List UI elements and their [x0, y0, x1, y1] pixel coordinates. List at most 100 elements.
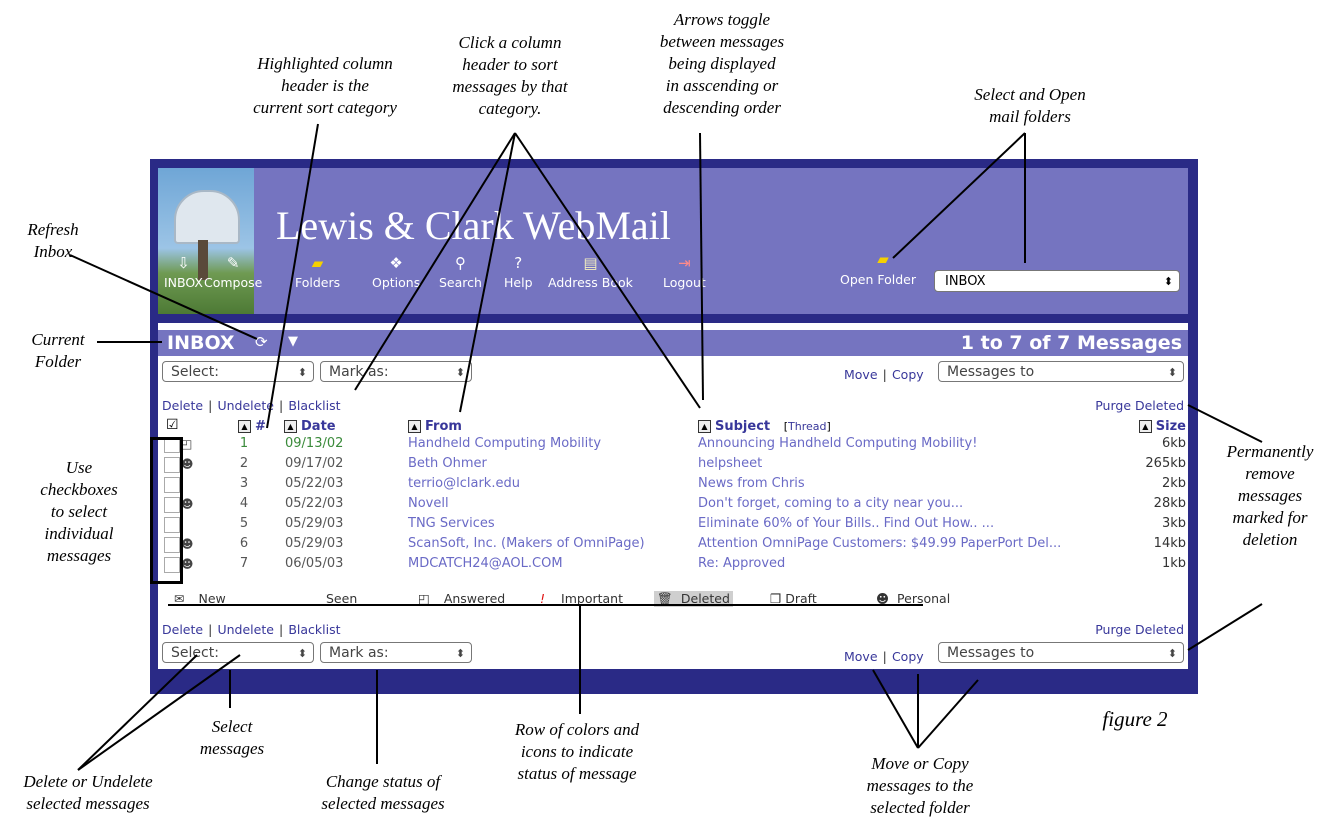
- legend-label: Seen: [326, 591, 358, 606]
- table-row[interactable]: 5 05/29/03 TNG Services Eliminate 60% of…: [158, 516, 1188, 536]
- row-subject[interactable]: helpsheet: [698, 456, 762, 471]
- move-copy-links-top: Move | Copy: [844, 364, 924, 383]
- sort-arrow-icon[interactable]: ▲: [284, 420, 297, 433]
- sort-arrow-icon[interactable]: ▲: [1138, 420, 1152, 433]
- open-folder-label: Open Folder: [840, 272, 916, 287]
- select-dropdown-top[interactable]: Select: ⬍: [162, 361, 314, 382]
- toolbar-label: Options: [372, 275, 421, 290]
- row-subject[interactable]: Eliminate 60% of Your Bills.. Find Out H…: [698, 516, 994, 531]
- toolbar-search[interactable]: ⚲ Search: [439, 254, 482, 290]
- row-num: 1: [239, 436, 249, 451]
- undelete-link[interactable]: Undelete: [217, 398, 273, 413]
- separator: |: [208, 398, 213, 413]
- row-from[interactable]: ScanSoft, Inc. (Makers of OmniPage): [408, 536, 645, 551]
- filter-icon[interactable]: ▼: [288, 334, 298, 349]
- table-row[interactable]: 3 05/22/03 terrio@lclark.edu News from C…: [158, 476, 1188, 496]
- open-folder-button[interactable]: ▰ Open Folder: [840, 250, 916, 287]
- compose-icon: ✎: [226, 254, 240, 272]
- sort-arrow-icon[interactable]: ▲: [698, 420, 711, 433]
- select-dropdown-label: Select:: [171, 364, 219, 380]
- messages-to-label: Messages to: [947, 364, 1035, 380]
- blacklist-link[interactable]: Blacklist: [288, 398, 340, 413]
- important-icon: !: [540, 591, 546, 606]
- row-from[interactable]: terrio@lclark.edu: [408, 476, 520, 491]
- table-row[interactable]: ☻ 6 05/29/03 ScanSoft, Inc. (Makers of O…: [158, 536, 1188, 556]
- separator: |: [882, 367, 887, 382]
- row-date: 09/13/02: [285, 436, 344, 451]
- blacklist-link[interactable]: Blacklist: [288, 622, 340, 637]
- envelope-icon: ✉: [174, 591, 185, 606]
- delete-link[interactable]: Delete: [162, 398, 203, 413]
- undelete-link[interactable]: Undelete: [217, 622, 273, 637]
- callout-refresh-inbox: Refresh Inbox: [27, 220, 79, 261]
- refresh-icon[interactable]: ⟳: [255, 333, 268, 351]
- row-from[interactable]: TNG Services: [408, 516, 495, 531]
- copy-link[interactable]: Copy: [892, 649, 924, 664]
- table-row[interactable]: ☻ 4 05/22/03 Novell Don't forget, coming…: [158, 496, 1188, 516]
- toolbar-inbox[interactable]: ⇩ INBOX: [164, 254, 203, 290]
- leader-line: [1187, 404, 1263, 443]
- logout-icon: ⇥: [678, 254, 691, 272]
- row-from[interactable]: MDCATCH24@AOL.COM: [408, 556, 563, 571]
- row-subject[interactable]: News from Chris: [698, 476, 805, 491]
- personal-icon: ☻: [876, 591, 890, 606]
- mark-as-dropdown-top[interactable]: Mark as: ⬍: [320, 361, 472, 382]
- column-num[interactable]: ▲ #: [238, 419, 266, 434]
- column-from[interactable]: ▲ From: [408, 419, 462, 434]
- row-subject[interactable]: Re: Approved: [698, 556, 785, 571]
- toolbar-logout[interactable]: ⇥ Logout: [663, 254, 706, 290]
- toolbar-label: Help: [504, 275, 533, 290]
- callout-select-messages: Select messages: [199, 717, 265, 758]
- toolbar-options[interactable]: ❖ Options: [372, 254, 420, 290]
- toolbar-label: Compose: [204, 275, 263, 290]
- purge-deleted-link[interactable]: Purge Deleted: [1095, 622, 1184, 637]
- callout-change-status: Change status of selected messages: [321, 772, 445, 813]
- mailbox-shape: [174, 190, 240, 244]
- toolbar-label: INBOX: [164, 275, 203, 290]
- select-all-checkbox[interactable]: ☑: [166, 417, 179, 433]
- column-date[interactable]: ▲ Date: [284, 419, 336, 434]
- folder-select[interactable]: INBOX ⬍: [934, 270, 1180, 292]
- toolbar-help[interactable]: ? Help: [504, 254, 533, 290]
- purge-deleted-top: Purge Deleted: [1095, 395, 1184, 414]
- row-size: 2kb: [1161, 476, 1186, 491]
- purge-deleted-bottom: Purge Deleted: [1095, 619, 1184, 638]
- thread-link[interactable]: Thread: [788, 420, 826, 433]
- legend-label: Personal: [897, 591, 951, 606]
- column-subject[interactable]: ▲ Subject [Thread]: [698, 419, 831, 434]
- trash-icon: 🗑: [657, 591, 673, 606]
- row-subject[interactable]: Announcing Handheld Computing Mobility!: [698, 436, 977, 451]
- row-num: 4: [239, 496, 249, 511]
- mark-as-dropdown-bottom[interactable]: Mark as: ⬍: [320, 642, 472, 663]
- messages-to-dropdown-bottom[interactable]: Messages to ⬍: [938, 642, 1184, 663]
- purge-deleted-link[interactable]: Purge Deleted: [1095, 398, 1184, 413]
- select-arrows-icon: ⬍: [455, 366, 465, 379]
- sort-arrow-icon[interactable]: ▲: [408, 420, 421, 433]
- row-from[interactable]: Novell: [408, 496, 449, 511]
- toolbar-address-book[interactable]: ▤ Address Book: [548, 254, 633, 290]
- table-row[interactable]: ☻ 7 06/05/03 MDCATCH24@AOL.COM Re: Appro…: [158, 556, 1188, 576]
- select-dropdown-bottom[interactable]: Select: ⬍: [162, 642, 314, 663]
- table-row[interactable]: ☻ 2 09/17/02 Beth Ohmer helpsheet 265kb: [158, 456, 1188, 476]
- toolbar-folders[interactable]: ▰ Folders: [295, 254, 340, 290]
- callout-select-open-folders: Select and Open mail folders: [974, 85, 1086, 126]
- table-row[interactable]: ◰ 1 09/13/02 Handheld Computing Mobility…: [158, 436, 1188, 456]
- select-dropdown-label: Select:: [171, 645, 219, 661]
- move-link[interactable]: Move: [844, 367, 878, 382]
- column-size[interactable]: ▲ Size: [1138, 419, 1186, 434]
- sort-arrow-icon[interactable]: ▲: [238, 420, 251, 433]
- delete-link[interactable]: Delete: [162, 622, 203, 637]
- move-link[interactable]: Move: [844, 649, 878, 664]
- row-from[interactable]: Handheld Computing Mobility: [408, 436, 601, 451]
- callout-move-copy: Move or Copy messages to the selected fo…: [866, 754, 974, 817]
- toolbar-compose[interactable]: ✎ Compose: [204, 254, 262, 290]
- folder-open-icon: ▰: [877, 250, 889, 268]
- row-subject[interactable]: Attention OmniPage Customers: $49.99 Pap…: [698, 536, 1061, 551]
- row-from[interactable]: Beth Ohmer: [408, 456, 487, 471]
- move-copy-links-bottom: Move | Copy: [844, 646, 924, 665]
- row-subject[interactable]: Don't forget, coming to a city near you.…: [698, 496, 963, 511]
- column-size-label: Size: [1155, 419, 1186, 434]
- copy-link[interactable]: Copy: [892, 367, 924, 382]
- row-date: 05/22/03: [285, 476, 344, 491]
- messages-to-dropdown-top[interactable]: Messages to ⬍: [938, 361, 1184, 382]
